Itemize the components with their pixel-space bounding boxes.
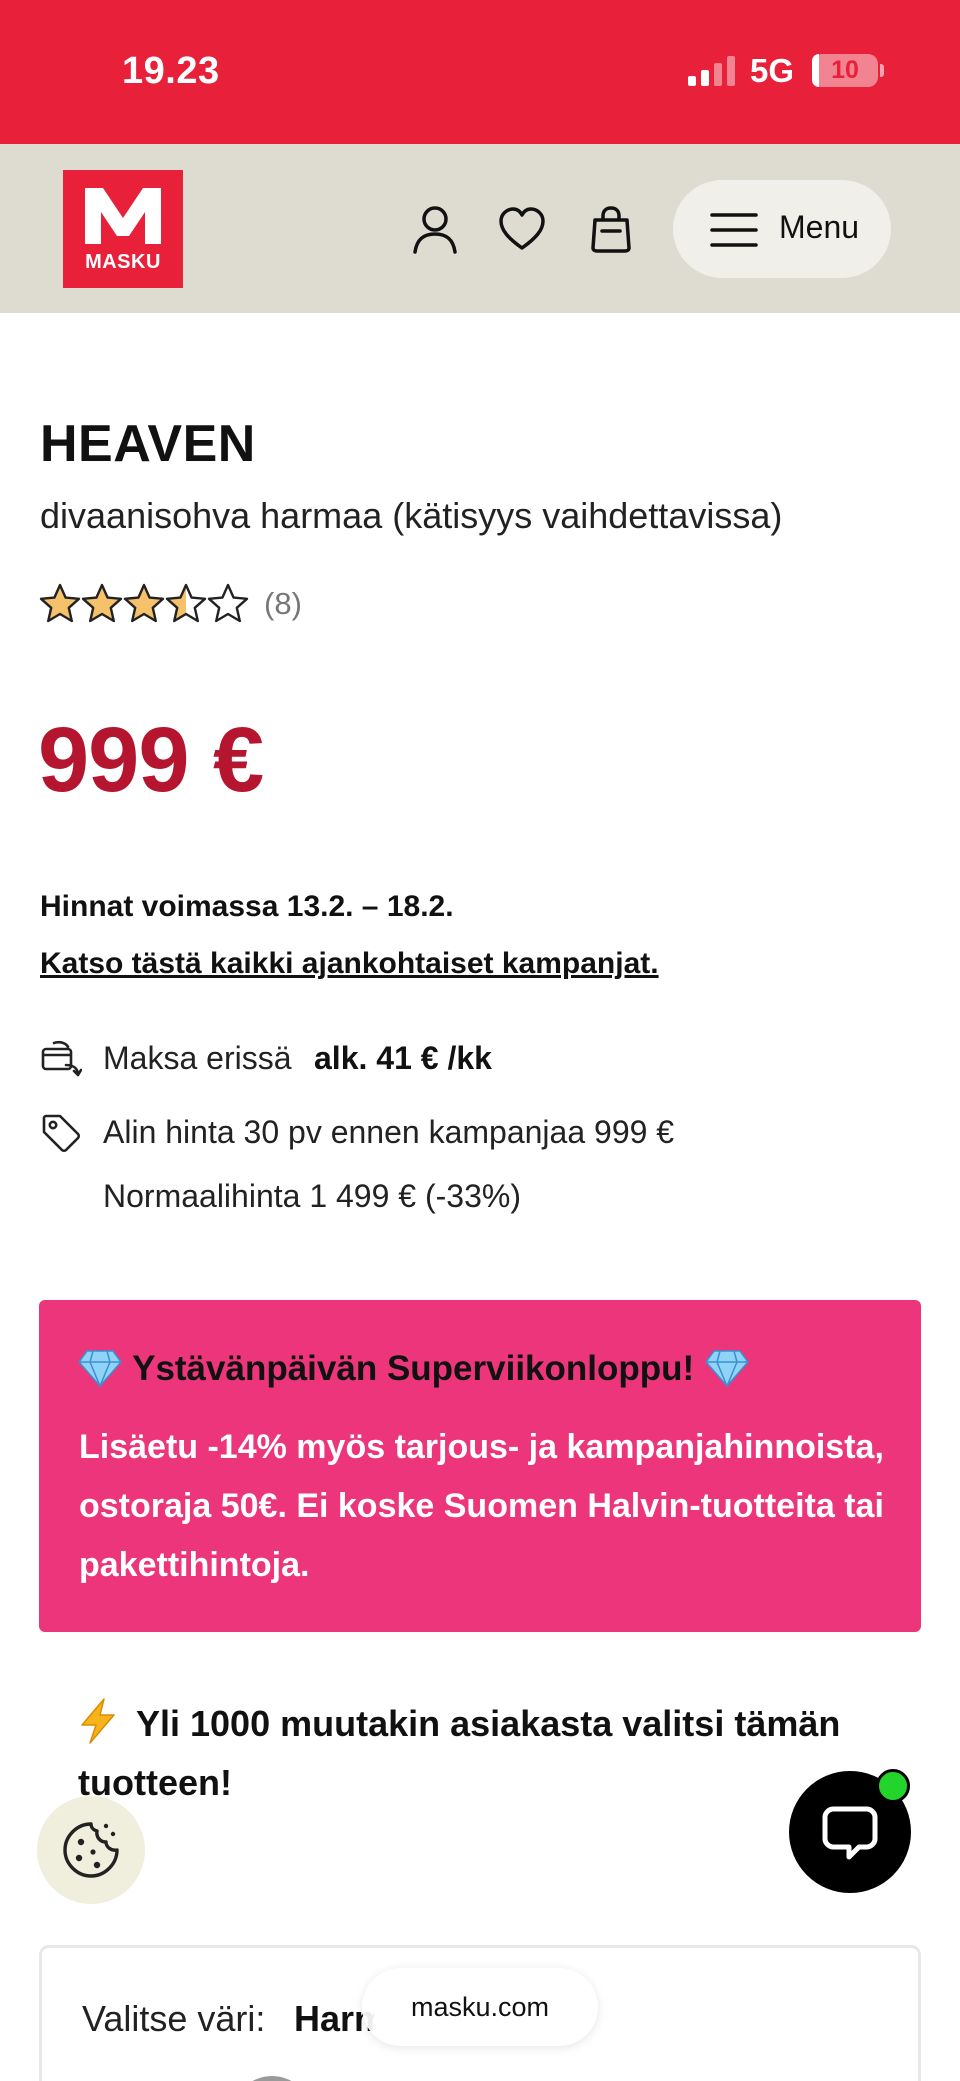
gem-icon [704, 1350, 749, 1388]
price-validity: Hinnat voimassa 13.2. – 18.2. [40, 890, 454, 923]
cookie-settings-button[interactable] [37, 1796, 145, 1904]
browser-url-bar[interactable]: masku.com [362, 1968, 598, 2046]
installment-value: alk. 41 € /kk [314, 1040, 492, 1076]
menu-button[interactable]: Menu [673, 180, 891, 278]
network-type: 5G [750, 52, 795, 89]
masku-logo[interactable]: MASKU [63, 170, 183, 288]
price-tag-icon [42, 1114, 81, 1153]
site-header: MASKU Menu [0, 144, 960, 313]
signal-icon [688, 56, 736, 86]
online-status-dot [876, 1769, 910, 1803]
product-subtitle: divaanisohva harmaa (kätisyys vaihdettav… [40, 495, 783, 536]
social-proof: Yli 1000 muutakin asiakasta valitsi tämä… [78, 1694, 898, 1812]
battery-fill [812, 54, 819, 87]
promo-body: Lisäetu -14% myös tarjous- ja kampanjahi… [79, 1428, 884, 1584]
star-icon [39, 583, 81, 623]
installment-label: Maksa erissä [103, 1040, 292, 1076]
product-title: HEAVEN [40, 415, 256, 473]
menu-label: Menu [779, 209, 860, 245]
battery-level: 10 [831, 56, 859, 84]
lightning-icon [81, 1698, 115, 1744]
battery-icon: 10 [812, 54, 878, 87]
bag-icon[interactable] [587, 204, 635, 254]
gem-icon [78, 1350, 122, 1388]
promo-title-row: Ystävänpäivän Superviikonloppu! [77, 1348, 750, 1389]
color-label: Valitse väri: [82, 1998, 266, 2039]
product-price: 999 € [38, 709, 264, 811]
star-icon [207, 583, 249, 623]
heart-icon[interactable] [498, 204, 546, 254]
chat-icon [822, 1806, 878, 1860]
status-time: 19.23 [122, 50, 220, 92]
campaigns-link[interactable]: Katso tästä kaikki ajankohtaiset kampanj… [40, 947, 659, 981]
promo-banner: Ystävänpäivän Superviikonloppu! Lisäetu … [39, 1300, 921, 1632]
installment-icon [41, 1040, 82, 1077]
normal-price-text: Normaalihinta 1 499 € (-33%) [103, 1178, 521, 1214]
lowest-price-text: Alin hinta 30 pv ennen kampanjaa 999 € [103, 1114, 675, 1150]
status-bar: 19.23 5G 10 [0, 0, 960, 144]
battery-nub [880, 64, 884, 77]
logo-text: MASKU [85, 251, 161, 273]
color-swatch[interactable] [232, 2076, 312, 2081]
star-icon [123, 583, 165, 623]
star-icon [81, 583, 123, 623]
user-icon[interactable] [411, 204, 459, 254]
promo-title: Ystävänpäivän Superviikonloppu! [132, 1349, 695, 1388]
cookie-icon [63, 1822, 119, 1878]
social-proof-text: Yli 1000 muutakin asiakasta valitsi tämä… [78, 1703, 841, 1803]
hamburger-icon [710, 213, 758, 247]
star-icon [165, 583, 207, 623]
review-count[interactable]: (8) [264, 586, 302, 622]
logo-m-icon [85, 188, 161, 244]
